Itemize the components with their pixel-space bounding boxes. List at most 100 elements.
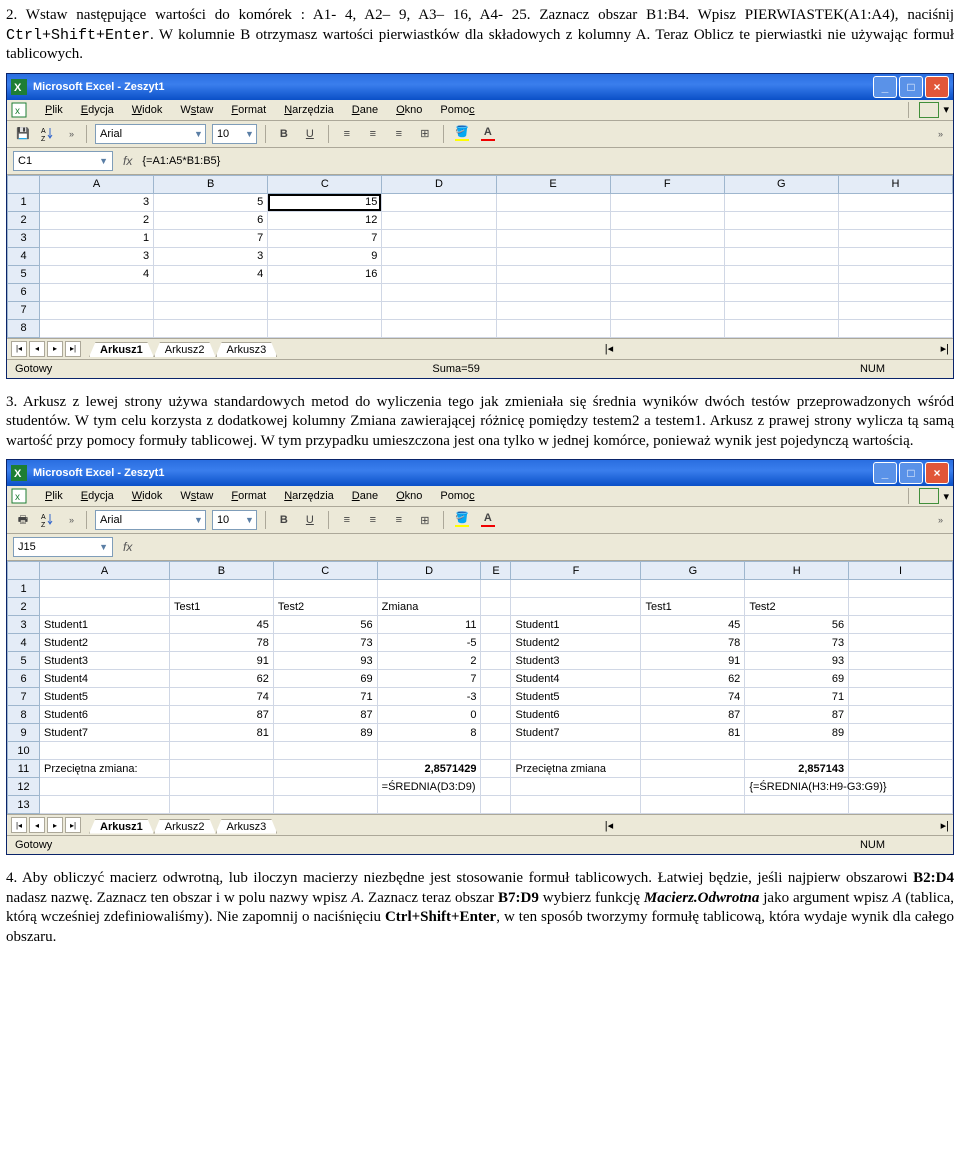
task-pane-toggle[interactable]: ▾ <box>908 488 949 504</box>
cell[interactable] <box>838 229 952 247</box>
cell[interactable]: Student3 <box>40 652 170 670</box>
cell[interactable]: 2 <box>377 652 481 670</box>
cell[interactable] <box>496 319 610 337</box>
cell[interactable]: 89 <box>273 724 377 742</box>
cell[interactable]: 73 <box>273 634 377 652</box>
cell[interactable] <box>154 301 268 319</box>
cell[interactable] <box>481 724 511 742</box>
merge-button[interactable]: ⊞ <box>415 510 435 530</box>
close-button[interactable]: × <box>925 462 949 484</box>
cell[interactable] <box>481 796 511 814</box>
fontsize-dropdown[interactable]: 10▼ <box>212 124 257 144</box>
cell[interactable]: 3 <box>40 193 154 211</box>
close-button[interactable]: × <box>925 76 949 98</box>
sheet-tab[interactable]: Arkusz3 <box>216 819 278 834</box>
cell[interactable] <box>838 319 952 337</box>
cell[interactable] <box>481 760 511 778</box>
col-header[interactable]: F <box>511 562 641 580</box>
cell[interactable]: -3 <box>377 688 481 706</box>
menu-pomoc[interactable]: Pomoc <box>432 102 482 118</box>
cell[interactable] <box>377 796 481 814</box>
task-pane-toggle[interactable]: ▾ <box>908 102 949 118</box>
cell[interactable]: Student4 <box>40 670 170 688</box>
sort-icon[interactable]: AZ <box>39 510 59 530</box>
col-header[interactable]: E <box>481 562 511 580</box>
cell[interactable] <box>382 211 496 229</box>
fill-color-button[interactable]: 🪣 <box>452 124 472 144</box>
cell[interactable]: Student1 <box>511 616 641 634</box>
cell[interactable]: 71 <box>273 688 377 706</box>
cell[interactable] <box>377 742 481 760</box>
cell[interactable] <box>273 580 377 598</box>
menu-plik[interactable]: Plik <box>37 102 71 118</box>
cell[interactable]: 74 <box>641 688 745 706</box>
cell[interactable] <box>40 301 154 319</box>
cell[interactable] <box>170 580 274 598</box>
row-header[interactable]: 6 <box>8 283 40 301</box>
cell[interactable] <box>273 796 377 814</box>
minimize-button[interactable]: _ <box>873 76 897 98</box>
cell[interactable] <box>724 301 838 319</box>
cell[interactable] <box>377 580 481 598</box>
cell[interactable]: Student1 <box>40 616 170 634</box>
save-icon[interactable]: 💾 <box>13 124 33 144</box>
cell[interactable] <box>496 283 610 301</box>
cell[interactable]: Student2 <box>40 634 170 652</box>
sheet-tab[interactable]: Arkusz1 <box>89 819 154 834</box>
cell[interactable]: Test2 <box>273 598 377 616</box>
cell[interactable] <box>724 193 838 211</box>
sheet-tab[interactable]: Arkusz3 <box>216 342 278 357</box>
spreadsheet-grid-1[interactable]: A B C D E F G H 13515 22612 3177 4339 54… <box>7 175 953 338</box>
cell[interactable] <box>610 211 724 229</box>
cell[interactable] <box>838 193 952 211</box>
cell[interactable]: -5 <box>377 634 481 652</box>
cell[interactable] <box>511 580 641 598</box>
cell[interactable] <box>838 247 952 265</box>
cell[interactable]: Student6 <box>40 706 170 724</box>
row-header[interactable]: 2 <box>8 598 40 616</box>
row-header[interactable]: 3 <box>8 229 40 247</box>
cell[interactable] <box>481 598 511 616</box>
cell[interactable] <box>40 580 170 598</box>
cell[interactable] <box>724 229 838 247</box>
cell[interactable] <box>382 319 496 337</box>
cell[interactable] <box>610 301 724 319</box>
font-color-button[interactable]: A <box>478 124 498 144</box>
cell[interactable]: 74 <box>170 688 274 706</box>
spreadsheet-grid-2[interactable]: A B C D E F G H I 1 2Test1Test2ZmianaTes… <box>7 561 953 814</box>
row-header[interactable]: 4 <box>8 247 40 265</box>
maximize-button[interactable]: □ <box>899 76 923 98</box>
cell[interactable] <box>849 670 953 688</box>
cell[interactable] <box>382 193 496 211</box>
col-header[interactable]: C <box>268 175 382 193</box>
merge-button[interactable]: ⊞ <box>415 124 435 144</box>
cell[interactable] <box>481 670 511 688</box>
cell[interactable] <box>745 580 849 598</box>
cell[interactable] <box>641 796 745 814</box>
cell-selected[interactable]: 15 <box>268 193 382 211</box>
cell[interactable] <box>268 319 382 337</box>
cell[interactable]: =ŚREDNIA(D3:D9) <box>377 778 481 796</box>
menu-edycja[interactable]: Edycja <box>73 102 122 118</box>
row-header[interactable]: 8 <box>8 319 40 337</box>
cell[interactable]: 62 <box>641 670 745 688</box>
cell[interactable] <box>849 580 953 598</box>
row-header[interactable]: 5 <box>8 265 40 283</box>
cell[interactable] <box>496 265 610 283</box>
cell[interactable]: 45 <box>170 616 274 634</box>
cell[interactable]: 9 <box>268 247 382 265</box>
cell[interactable] <box>849 760 953 778</box>
menu-narzedzia[interactable]: Narzędzia <box>276 102 342 118</box>
col-header[interactable]: G <box>724 175 838 193</box>
fx-icon[interactable]: fx <box>123 540 132 554</box>
name-box[interactable]: J15▼ <box>13 537 113 557</box>
row-header[interactable]: 1 <box>8 193 40 211</box>
cell[interactable]: 87 <box>641 706 745 724</box>
cell[interactable] <box>40 742 170 760</box>
cell[interactable] <box>641 742 745 760</box>
cell[interactable]: 87 <box>273 706 377 724</box>
cell[interactable] <box>610 247 724 265</box>
menu-pomoc[interactable]: Pomoc <box>432 488 482 504</box>
cell[interactable] <box>496 229 610 247</box>
cell[interactable] <box>511 796 641 814</box>
